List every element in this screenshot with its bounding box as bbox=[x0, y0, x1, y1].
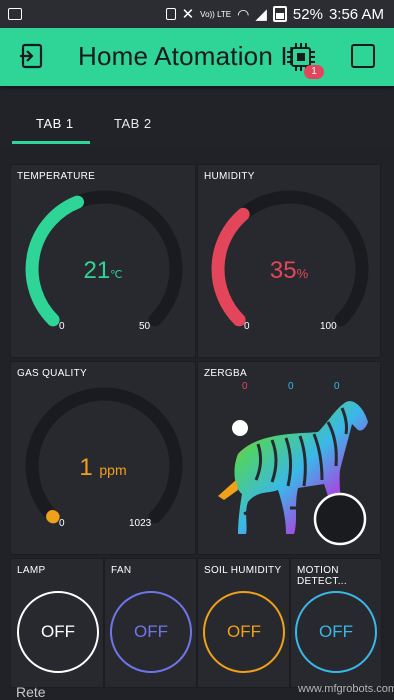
tab-1[interactable]: TAB 1 bbox=[36, 116, 74, 131]
soil-humidity-toggle-button[interactable]: OFF bbox=[203, 591, 285, 673]
humidity-gauge-widget[interactable]: HUMIDITY 35% 0 100 bbox=[197, 164, 381, 358]
battery-percent: 52% bbox=[292, 5, 323, 23]
gallery-notification-icon bbox=[8, 8, 22, 20]
gas-quality-min: 0 bbox=[59, 518, 65, 529]
app-bar: Home Atomation II 1 bbox=[0, 28, 394, 86]
lock-icon bbox=[165, 8, 176, 20]
wifi-icon: ◠ bbox=[237, 5, 250, 22]
clock: 3:56 AM bbox=[328, 5, 384, 23]
zergba-handle-top[interactable] bbox=[232, 420, 248, 436]
temperature-gauge-widget[interactable]: TEMPERATURE 21℃ 0 50 bbox=[10, 164, 196, 358]
tab-2[interactable]: TAB 2 bbox=[114, 116, 152, 131]
humidity-min: 0 bbox=[244, 321, 250, 332]
temperature-min: 0 bbox=[59, 321, 65, 332]
gas-quality-gauge-widget[interactable]: GAS QUALITY 1 ppm 0 1023 bbox=[10, 361, 196, 555]
motion-detect-label: MOTION DETECT... bbox=[297, 565, 347, 587]
play-stop-button[interactable] bbox=[351, 44, 375, 68]
lamp-button-widget: LAMP OFF bbox=[10, 558, 104, 688]
fan-button-widget: FAN OFF bbox=[104, 558, 197, 688]
next-row-label: Rete bbox=[16, 684, 46, 700]
motion-detect-toggle-button[interactable]: OFF bbox=[295, 591, 377, 673]
gas-quality-value: 1 ppm bbox=[79, 454, 127, 481]
device-notification-badge: 1 bbox=[304, 65, 324, 79]
project-title: Home Atomation II bbox=[78, 41, 296, 71]
humidity-max: 100 bbox=[320, 321, 337, 332]
temperature-value: 21℃ bbox=[83, 257, 123, 284]
zergba-widget[interactable]: ZERGBA 0 0 0 bbox=[197, 361, 381, 555]
status-left-icons bbox=[8, 8, 22, 20]
lamp-toggle-button[interactable]: OFF bbox=[17, 591, 99, 673]
fan-toggle-button[interactable]: OFF bbox=[110, 591, 192, 673]
status-right: ✕ Vo)) LTE ◠ ◢ 52% 3:56 AM bbox=[165, 5, 384, 23]
motion-detect-button-widget: MOTION DETECT... OFF bbox=[290, 558, 382, 688]
soil-humidity-label: SOIL HUMIDITY bbox=[204, 565, 282, 576]
signal-icon: ◢ bbox=[255, 6, 267, 23]
watermark: www.mfgrobots.com bbox=[298, 683, 394, 695]
humidity-value: 35% bbox=[269, 257, 309, 284]
temperature-max: 50 bbox=[139, 321, 151, 332]
zergba-color-picker[interactable] bbox=[198, 362, 382, 556]
mute-icon: ✕ bbox=[181, 6, 195, 23]
status-bar: ✕ Vo)) LTE ◠ ◢ 52% 3:56 AM bbox=[0, 0, 394, 28]
soil-humidity-button-widget: SOIL HUMIDITY OFF bbox=[197, 558, 290, 688]
zergba-handle-bottom[interactable] bbox=[313, 492, 367, 546]
active-tab-indicator bbox=[12, 141, 90, 144]
gas-quality-max: 1023 bbox=[129, 518, 152, 529]
fan-label: FAN bbox=[111, 565, 132, 576]
tab-bar: TAB 1 TAB 2 bbox=[0, 90, 394, 150]
battery-icon bbox=[272, 6, 287, 22]
lamp-label: LAMP bbox=[17, 565, 46, 576]
exit-icon[interactable] bbox=[18, 43, 44, 69]
network-label: Vo)) LTE bbox=[200, 9, 232, 19]
